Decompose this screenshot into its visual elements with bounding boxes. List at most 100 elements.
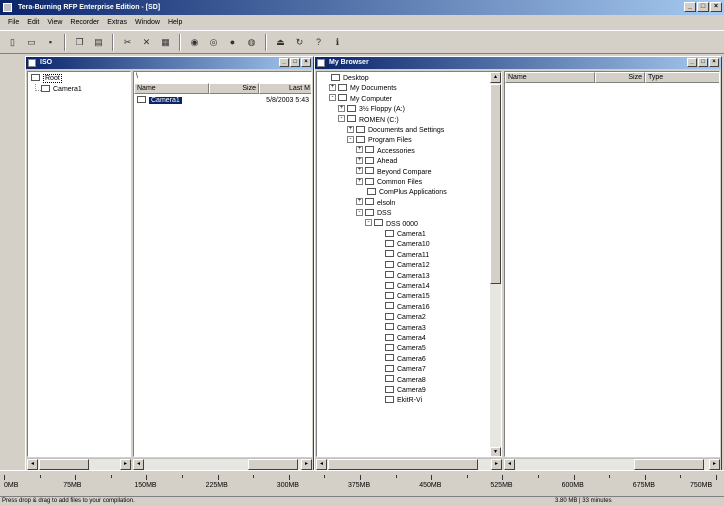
iso-maximize-button[interactable]: □: [290, 58, 300, 67]
scroll-thumb[interactable]: [39, 459, 89, 470]
close-button[interactable]: ×: [710, 2, 722, 12]
cut-icon[interactable]: ✂: [119, 34, 136, 51]
scroll-left-button[interactable]: ◂: [133, 459, 144, 470]
browser-tree-item[interactable]: Camera4: [374, 333, 426, 344]
browser-tree-item[interactable]: - ROMEN (C:): [338, 115, 399, 126]
browser-tree-item[interactable]: ComPlus Applications: [356, 188, 447, 198]
browser-close-button[interactable]: ×: [709, 58, 719, 67]
browser-maximize-button[interactable]: □: [698, 58, 708, 67]
menu-edit[interactable]: Edit: [27, 16, 39, 29]
browser-tree-item[interactable]: + Accessories: [356, 146, 415, 157]
scroll-right-button[interactable]: ▸: [709, 459, 720, 470]
browser-tree-item[interactable]: Camera1: [374, 229, 426, 240]
disc-info-icon[interactable]: ◍: [243, 34, 260, 51]
expand-icon[interactable]: +: [356, 177, 363, 185]
browser-tree-item[interactable]: Camera8: [374, 375, 426, 386]
col-name[interactable]: Name: [505, 72, 595, 83]
tree-root[interactable]: Root: [31, 73, 62, 84]
record-icon[interactable]: ●: [224, 34, 241, 51]
browser-tree-pane[interactable]: ▴ ▾ Desktop + My Documents - My Computer +3½ …: [316, 71, 502, 457]
scroll-left-button[interactable]: ◂: [316, 459, 327, 470]
browser-tree-item[interactable]: + Documents and Settings: [347, 125, 444, 136]
menu-extras[interactable]: Extras: [107, 16, 127, 29]
delete-icon[interactable]: ✕: [138, 34, 155, 51]
iso-file-list[interactable]: \ Name Size Last M Camera1 5/8/2003 5:43: [133, 71, 312, 457]
expand-icon[interactable]: +: [356, 156, 363, 164]
browser-tree-item[interactable]: + Beyond Compare: [356, 167, 431, 178]
expand-icon[interactable]: +: [347, 125, 354, 133]
iso-tree-pane[interactable]: Root Camera1: [27, 71, 131, 457]
expand-icon[interactable]: +: [356, 146, 363, 154]
browser-tree-hscroll[interactable]: ◂ ▸: [316, 458, 502, 470]
burn-icon[interactable]: ◉: [186, 34, 203, 51]
browser-tree-item[interactable]: Camera11: [374, 250, 429, 261]
browser-tree-item[interactable]: + My Documents: [329, 84, 397, 94]
refresh-icon[interactable]: ↻: [291, 34, 308, 51]
browser-file-list[interactable]: Name Size Type: [504, 71, 720, 457]
about-icon[interactable]: ℹ: [329, 34, 346, 51]
browser-list-hscroll[interactable]: ◂ ▸: [504, 458, 720, 470]
iso-close-button[interactable]: ×: [301, 58, 311, 67]
scroll-right-button[interactable]: ▸: [301, 459, 312, 470]
new-icon[interactable]: ▯: [4, 34, 21, 51]
copy-icon[interactable]: ❐: [71, 34, 88, 51]
menu-view[interactable]: View: [47, 16, 62, 29]
browser-tree-item[interactable]: Camera7: [374, 364, 426, 375]
tree-item-camera1[interactable]: Camera1: [41, 84, 82, 95]
expand-icon[interactable]: +: [356, 167, 363, 175]
iso-minimize-button[interactable]: _: [279, 58, 289, 67]
expand-icon[interactable]: +: [338, 104, 345, 112]
collapse-icon[interactable]: -: [338, 115, 345, 123]
paste-icon[interactable]: ▤: [90, 34, 107, 51]
open-icon[interactable]: ▭: [23, 34, 40, 51]
collapse-icon[interactable]: -: [347, 136, 354, 144]
browser-tree-item[interactable]: Camera10: [374, 240, 430, 250]
scroll-thumb[interactable]: [490, 84, 501, 284]
menu-window[interactable]: Window: [135, 16, 160, 29]
browser-tree-item[interactable]: - My Computer: [329, 94, 392, 105]
browser-minimize-button[interactable]: _: [687, 58, 697, 67]
menu-recorder[interactable]: Recorder: [70, 16, 99, 29]
scroll-left-button[interactable]: ◂: [27, 459, 38, 470]
browser-tree-item[interactable]: Camera13: [374, 271, 430, 282]
browser-tree-item[interactable]: +3½ Floppy (A:): [338, 104, 405, 115]
scroll-down-button[interactable]: ▾: [490, 447, 501, 456]
properties-icon[interactable]: ▦: [157, 34, 174, 51]
expand-icon[interactable]: +: [356, 198, 363, 206]
browser-tree-item[interactable]: EkitR-Vi: [374, 396, 422, 406]
scroll-left-button[interactable]: ◂: [504, 459, 515, 470]
menu-file[interactable]: File: [8, 16, 19, 29]
col-last-modified[interactable]: Last M: [259, 83, 311, 94]
col-size[interactable]: Size: [209, 83, 259, 94]
browser-tree-item[interactable]: Camera9: [374, 385, 426, 396]
browser-tree-vscroll[interactable]: ▴ ▾: [490, 72, 501, 456]
save-icon[interactable]: ▪: [42, 34, 59, 51]
scroll-thumb[interactable]: [634, 459, 704, 470]
browser-tree-item[interactable]: Camera2: [374, 312, 426, 323]
help-icon[interactable]: ?: [310, 34, 327, 51]
scroll-thumb[interactable]: [328, 459, 478, 470]
browser-tree-item[interactable]: - Program Files: [347, 136, 412, 146]
browser-tree-item[interactable]: - DSS: [356, 208, 391, 219]
browser-tree-item[interactable]: + Ahead: [356, 156, 397, 167]
browser-tree-item[interactable]: + elsoln: [356, 198, 395, 209]
browser-tree-item[interactable]: Camera6: [374, 354, 426, 365]
collapse-icon[interactable]: -: [329, 94, 336, 102]
browser-tree-item[interactable]: Camera16: [374, 302, 430, 313]
browser-tree-item[interactable]: Camera12: [374, 260, 430, 271]
col-size[interactable]: Size: [595, 72, 645, 83]
menu-help[interactable]: Help: [168, 16, 182, 29]
scroll-right-button[interactable]: ▸: [120, 459, 131, 470]
iso-list-hscroll[interactable]: ◂ ▸: [133, 458, 312, 470]
file-row-camera1[interactable]: Camera1 5/8/2003 5:43: [137, 95, 311, 106]
erase-icon[interactable]: ◎: [205, 34, 222, 51]
col-name[interactable]: Name: [134, 83, 209, 94]
scroll-thumb[interactable]: [248, 459, 298, 470]
maximize-button[interactable]: □: [697, 2, 709, 12]
col-type[interactable]: Type: [645, 72, 719, 83]
expand-icon[interactable]: +: [329, 84, 336, 92]
scroll-up-button[interactable]: ▴: [490, 72, 501, 83]
iso-tree-hscroll[interactable]: ◂ ▸: [27, 458, 131, 470]
browser-tree-item[interactable]: + Common Files: [356, 177, 422, 188]
collapse-icon[interactable]: -: [365, 219, 372, 227]
